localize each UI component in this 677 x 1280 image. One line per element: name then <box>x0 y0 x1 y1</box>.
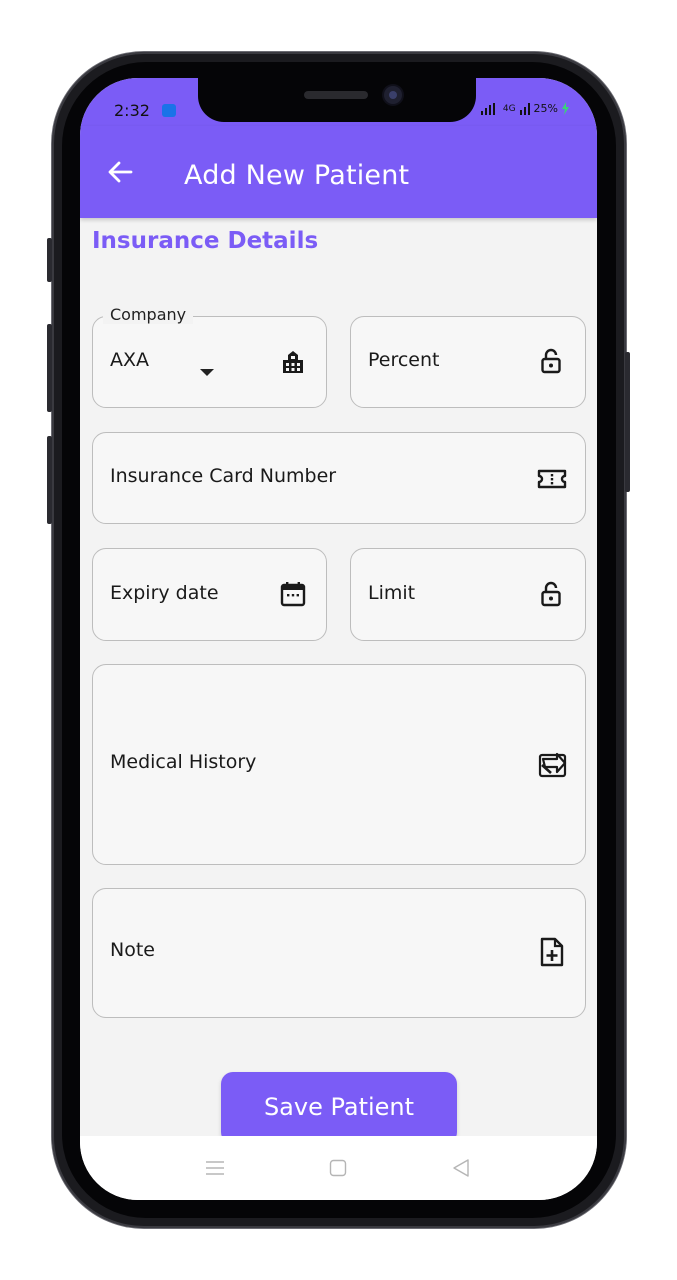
notch <box>198 78 476 122</box>
file-plus-icon <box>540 937 564 967</box>
status-bar: 2:32 4G 25% <box>80 78 597 126</box>
chevron-down-icon <box>200 369 214 376</box>
lock-open-icon <box>541 581 561 607</box>
lock-open-icon <box>541 348 561 374</box>
card-number-label: Insurance Card Number <box>110 465 337 487</box>
status-time: 2:32 <box>114 101 150 120</box>
signal-icon <box>480 102 495 115</box>
percent-label: Percent <box>368 349 440 371</box>
page-title: Add New Patient <box>184 160 410 191</box>
section-title: Insurance Details <box>92 228 319 254</box>
note-field[interactable]: Note <box>92 888 586 1018</box>
charging-icon <box>562 102 569 115</box>
expiry-label: Expiry date <box>110 582 219 604</box>
triangle-back-icon[interactable] <box>451 1158 471 1178</box>
menu-icon[interactable] <box>206 1160 224 1176</box>
insurance-card-number-field[interactable]: Insurance Card Number <box>92 432 586 524</box>
volume-up-button <box>47 324 52 412</box>
power-button <box>625 352 630 492</box>
company-value: AXA <box>110 349 150 371</box>
back-button[interactable] <box>104 156 136 188</box>
company-dropdown[interactable]: Company AXA <box>92 305 327 408</box>
screen: 2:32 4G 25% Add New Patient Insurance De… <box>80 78 597 1200</box>
network-label: 4G <box>502 103 516 114</box>
silent-switch <box>47 238 52 282</box>
signature-icon <box>538 752 567 778</box>
company-label: Company <box>103 305 194 324</box>
calendar-icon <box>280 582 306 607</box>
building-icon <box>283 351 303 373</box>
percent-field[interactable]: Percent <box>350 316 586 408</box>
volume-down-button <box>47 436 52 524</box>
save-patient-button[interactable]: Save Patient <box>221 1072 457 1144</box>
android-nav-bar <box>80 1136 597 1200</box>
camera-icon <box>384 86 402 104</box>
square-icon[interactable] <box>329 1159 347 1177</box>
medical-history-field[interactable]: Medical History <box>92 664 586 865</box>
android-notification-icon <box>162 104 176 117</box>
speaker-grille <box>304 91 368 99</box>
app-bar: Add New Patient <box>80 126 597 218</box>
ticket-icon <box>537 469 567 489</box>
signal-icon-2 <box>519 102 530 115</box>
arrow-left-icon <box>108 161 133 183</box>
expiry-date-field[interactable]: Expiry date <box>92 548 327 641</box>
limit-field[interactable]: Limit <box>350 548 586 641</box>
system-status: 4G 25% <box>480 102 569 115</box>
note-label: Note <box>110 939 155 961</box>
battery-percent: 25% <box>533 102 558 115</box>
limit-label: Limit <box>368 582 416 604</box>
medical-history-label: Medical History <box>110 751 257 773</box>
